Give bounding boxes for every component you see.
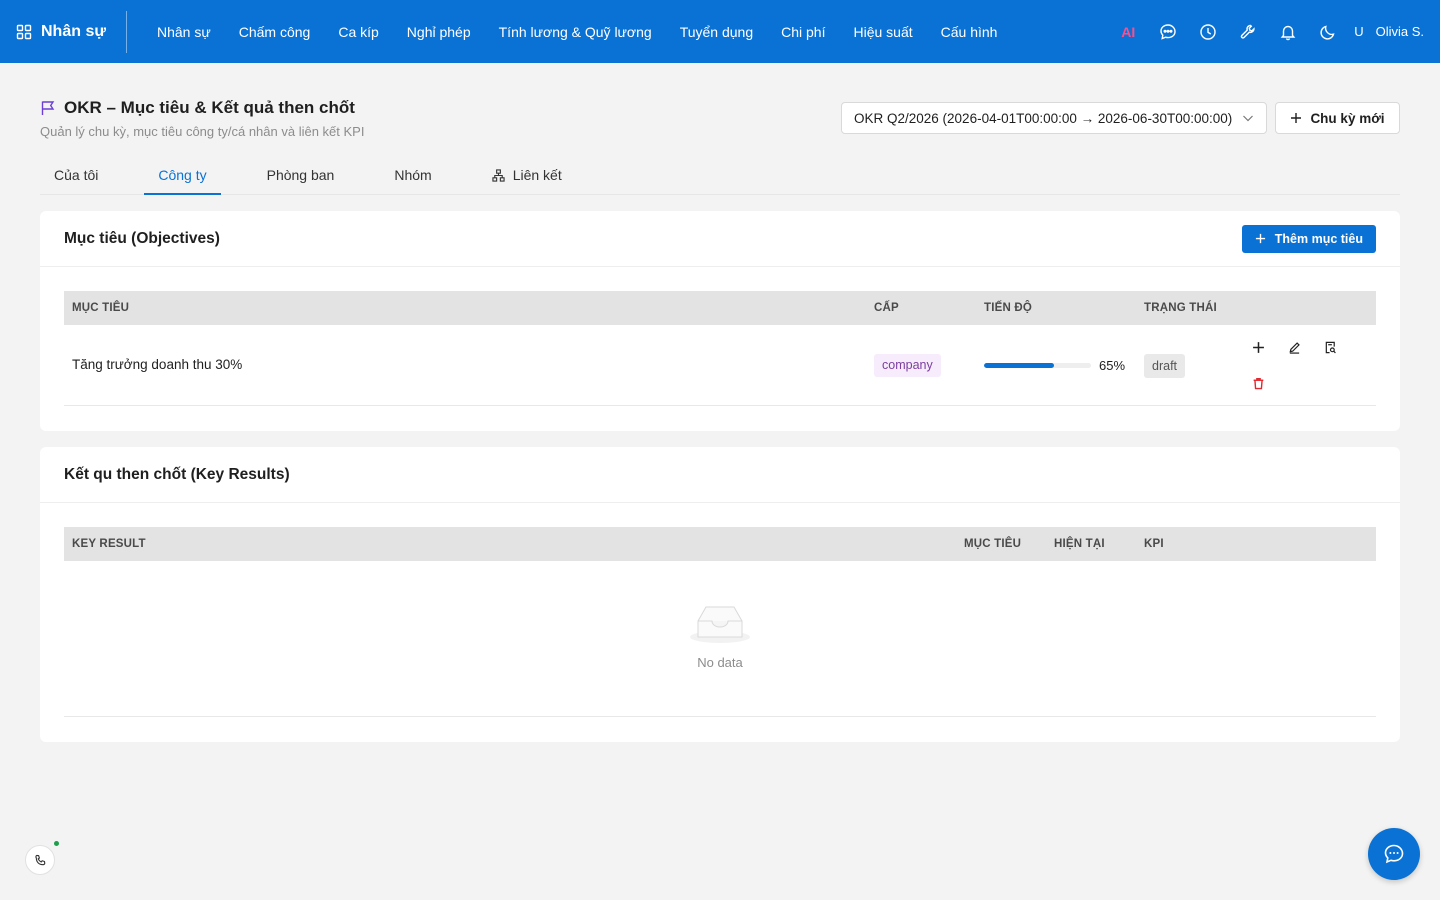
online-status-dot	[54, 841, 59, 846]
history-button[interactable]	[1188, 12, 1228, 52]
user-name[interactable]: Olivia S.	[1376, 24, 1424, 39]
ai-button[interactable]: AI	[1108, 12, 1148, 52]
objectives-title: Mục tiêu (Objectives)	[64, 229, 220, 247]
tab-label: Công ty	[158, 167, 207, 183]
apps-grid-icon[interactable]	[16, 24, 32, 40]
tab-phong-ban[interactable]: Phòng ban	[253, 158, 349, 195]
tab-cua-toi[interactable]: Của tôi	[40, 158, 112, 195]
empty-inbox-icon	[690, 606, 750, 643]
add-objective-button[interactable]: Thêm mục tiêu	[1241, 224, 1376, 253]
tab-label: Liên kết	[512, 167, 562, 183]
plus-icon	[1255, 233, 1265, 244]
tab-label: Phòng ban	[266, 167, 335, 183]
objective-name: Tăng trưởng doanh thu 30%	[72, 357, 243, 372]
objectives-card-header: Mục tiêu (Objectives) Thêm mục tiêu	[40, 211, 1400, 267]
nav-item-chi-phi[interactable]: Chi phí	[781, 24, 825, 40]
table-row: Tăng trưởng doanh thu 30% company 65% dr…	[64, 325, 1376, 406]
plus-icon	[1291, 113, 1302, 123]
column-header-tien-do: TIẾN ĐỘ	[984, 302, 1033, 314]
trash-icon	[1253, 377, 1263, 389]
nav-item-cau-hinh[interactable]: Cấu hình	[941, 24, 998, 40]
theme-toggle[interactable]	[1308, 12, 1348, 52]
cycle-select-value: OKR Q2/2026 (2026-04-01T00:00:00 → 2026-…	[854, 110, 1233, 126]
pencil-icon	[1289, 341, 1300, 354]
notifications-button[interactable]	[1268, 12, 1308, 52]
new-cycle-button[interactable]: Chu kỳ mới	[1275, 102, 1400, 134]
brand[interactable]: Nhân sự	[0, 10, 127, 53]
progress: 65%	[984, 358, 1125, 373]
ai-label: AI	[1121, 23, 1136, 40]
bell-icon	[1280, 25, 1296, 40]
new-cycle-label: Chu kỳ mới	[1310, 110, 1385, 126]
column-header-hien-tai: HIỆN TẠI	[1054, 538, 1105, 550]
add-objective-label: Thêm mục tiêu	[1274, 231, 1363, 246]
page-title: OKR – Mục tiêu & Kết quả then chốt	[64, 98, 355, 117]
column-header-cap: CẤP	[874, 302, 899, 314]
main-nav: Nhân sự Chấm công Ca kíp Nghỉ phép Tính …	[157, 24, 1025, 40]
page-header: OKR – Mục tiêu & Kết quả then chốt Quản …	[40, 98, 1400, 139]
nav-item-nhan-su[interactable]: Nhân sự	[157, 24, 211, 40]
moon-icon	[1320, 25, 1335, 40]
key-results-table: KEY RESULT MỤC TIÊU HIỆN TẠI KPI No data	[64, 527, 1376, 717]
document-search-icon	[1325, 341, 1336, 353]
top-navbar: Nhân sự Nhân sự Chấm công Ca kíp Nghỉ ph…	[0, 0, 1440, 63]
delete-objective-button[interactable]	[1248, 373, 1268, 393]
tab-lien-ket[interactable]: Liên kết	[478, 158, 576, 195]
brand-title: Nhân sự	[41, 22, 106, 40]
okr-tabs: Của tôi Công ty Phòng ban Nhóm Liên kết	[40, 158, 1400, 195]
objectives-table-header: MỤC TIÊU CẤP TIẾN ĐỘ TRẠNG THÁI	[64, 291, 1376, 325]
column-header-muc-tieu: MỤC TIÊU	[72, 302, 130, 314]
phone-icon	[34, 854, 45, 865]
nav-item-cham-cong[interactable]: Chấm công	[239, 24, 311, 40]
messages-button[interactable]	[1148, 12, 1188, 52]
clock-icon	[1200, 23, 1216, 40]
tab-label: Nhóm	[394, 167, 432, 183]
tab-cong-ty[interactable]: Công ty	[144, 158, 221, 195]
add-key-result-button[interactable]	[1248, 337, 1268, 357]
edit-objective-button[interactable]	[1284, 337, 1304, 357]
objectives-table: MỤC TIÊU CẤP TIẾN ĐỘ TRẠNG THÁI Tăng trư…	[64, 291, 1376, 406]
nav-item-hieu-suat[interactable]: Hiệu suất	[853, 24, 912, 40]
key-results-card: Kết qu then chốt (Key Results) KEY RESUL…	[40, 447, 1400, 742]
chat-bubble-icon	[1160, 23, 1176, 40]
progress-bar-fill	[984, 363, 1054, 368]
cycle-select[interactable]: OKR Q2/2026 (2026-04-01T00:00:00 → 2026-…	[841, 102, 1267, 134]
key-results-title: Kết qu then chốt (Key Results)	[64, 465, 290, 483]
tools-button[interactable]	[1228, 12, 1268, 52]
user-avatar[interactable]: U	[1354, 24, 1363, 39]
chevron-down-icon	[1243, 115, 1253, 122]
empty-state: No data	[64, 561, 1376, 717]
progress-percent: 65%	[1099, 358, 1126, 373]
status-tag: draft	[1144, 354, 1186, 378]
chat-fab-button[interactable]	[1368, 828, 1420, 880]
chat-bubble-icon	[1384, 844, 1404, 864]
key-results-table-header: KEY RESULT MỤC TIÊU HIỆN TẠI KPI	[64, 527, 1376, 561]
flag-icon	[41, 101, 55, 115]
empty-text: No data	[697, 655, 743, 670]
tab-nhom[interactable]: Nhóm	[380, 158, 445, 195]
column-header-key-result: KEY RESULT	[72, 538, 146, 550]
progress-bar	[984, 363, 1091, 368]
nav-item-nghi-phep[interactable]: Nghỉ phép	[407, 24, 471, 40]
key-results-card-header: Kết qu then chốt (Key Results)	[40, 447, 1400, 503]
column-header-trang-thai: TRẠNG THÁI	[1144, 302, 1217, 314]
wrench-icon	[1241, 24, 1255, 39]
column-header-kpi: KPI	[1144, 538, 1164, 550]
plus-icon	[1252, 341, 1264, 353]
tab-label: Của tôi	[54, 167, 99, 183]
hierarchy-icon	[492, 169, 505, 182]
objectives-card: Mục tiêu (Objectives) Thêm mục tiêu MỤC …	[40, 211, 1400, 431]
level-tag: company	[874, 354, 941, 377]
top-actions: AI U Olivia S.	[1108, 12, 1440, 52]
nav-item-tinh-luong[interactable]: Tính lương & Quỹ lương	[499, 24, 652, 40]
nav-item-ca-kip[interactable]: Ca kíp	[338, 24, 378, 40]
nav-item-tuyen-dung[interactable]: Tuyển dụng	[680, 24, 753, 40]
phone-button[interactable]	[25, 845, 55, 875]
column-header-muc-tieu: MỤC TIÊU	[964, 538, 1022, 550]
view-details-button[interactable]	[1320, 337, 1340, 357]
